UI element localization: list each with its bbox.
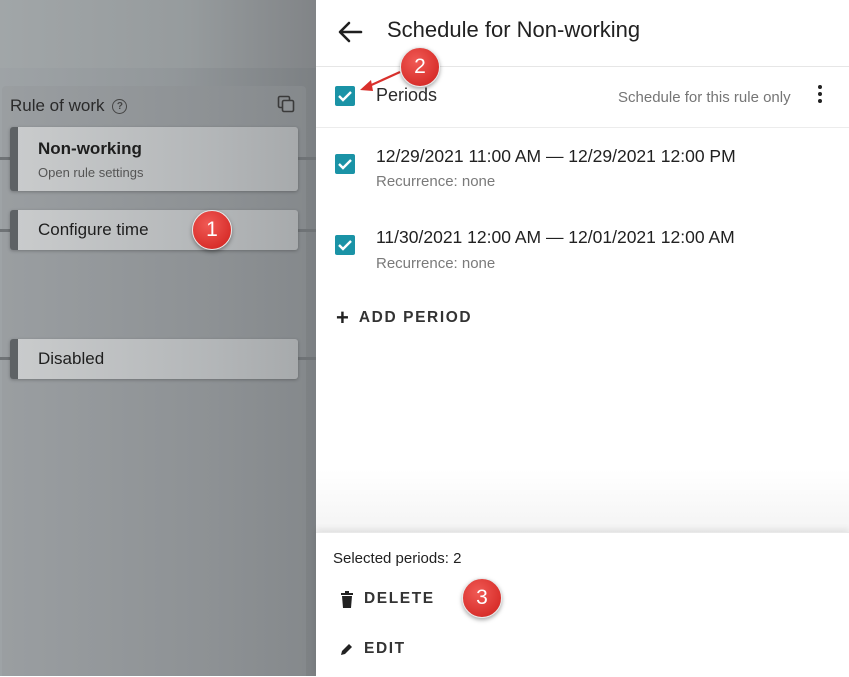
- sheet-title: Schedule for Non-working: [387, 17, 641, 42]
- step-marker-3: 3: [462, 578, 502, 618]
- configure-time-card[interactable]: Configure time: [10, 210, 298, 250]
- rule-card-title: Non-working: [38, 139, 142, 158]
- add-period-label: ADD PERIOD: [358, 309, 473, 326]
- checkmark-icon: [338, 159, 352, 170]
- period-checkbox[interactable]: [335, 235, 355, 255]
- copy-icon[interactable]: [277, 95, 295, 113]
- delete-button[interactable]: DELETE: [340, 590, 435, 608]
- plus-icon: +: [336, 305, 349, 330]
- edit-button[interactable]: EDIT: [340, 640, 406, 658]
- pencil-icon: [341, 644, 352, 655]
- period-range[interactable]: 11/30/2021 12:00 AM — 12/01/2021 12:00 A…: [376, 227, 735, 248]
- more-vert-icon[interactable]: [816, 85, 824, 107]
- connector-line: [0, 357, 10, 360]
- connector-line: [298, 229, 316, 232]
- connector-line: [298, 157, 316, 160]
- trash-icon: [341, 590, 353, 608]
- rule-panel-header: Rule of work ?: [10, 96, 128, 116]
- checkmark-icon: [338, 240, 352, 251]
- help-icon[interactable]: ?: [112, 98, 128, 114]
- rule-canvas: Rule of work ? Non-working Open rule set…: [0, 0, 316, 676]
- period-range[interactable]: 12/29/2021 11:00 AM — 12/29/2021 12:00 P…: [376, 146, 736, 167]
- connector-line: [0, 229, 10, 232]
- selected-periods-count: Selected periods: 2: [333, 550, 462, 567]
- back-arrow-icon[interactable]: [336, 18, 364, 46]
- add-period-button[interactable]: + ADD PERIOD: [336, 305, 473, 330]
- delete-label: DELETE: [364, 590, 435, 607]
- period-recurrence: Recurrence: none: [376, 173, 496, 190]
- selection-action-bar: Selected periods: 2 DELETE EDIT: [316, 532, 849, 677]
- edit-label: EDIT: [364, 640, 406, 657]
- canvas-toolbar: [0, 0, 316, 68]
- rule-card-title: Configure time: [38, 220, 149, 239]
- rule-panel-title: Rule of work: [10, 96, 105, 115]
- scroll-fade: [316, 470, 849, 532]
- period-checkbox[interactable]: [335, 154, 355, 174]
- connector-line: [298, 357, 316, 360]
- schedule-scope-label: Schedule for this rule only: [618, 89, 791, 106]
- step-marker-2: 2: [400, 47, 440, 87]
- step-marker-1: 1: [192, 210, 232, 250]
- rule-card-disabled[interactable]: Disabled: [10, 339, 298, 379]
- rule-card-non-working[interactable]: Non-working Open rule settings: [10, 127, 298, 191]
- rule-card-title: Disabled: [38, 349, 105, 368]
- rule-card-subtitle: Open rule settings: [38, 165, 144, 180]
- period-recurrence: Recurrence: none: [376, 255, 496, 272]
- connector-line: [0, 157, 10, 160]
